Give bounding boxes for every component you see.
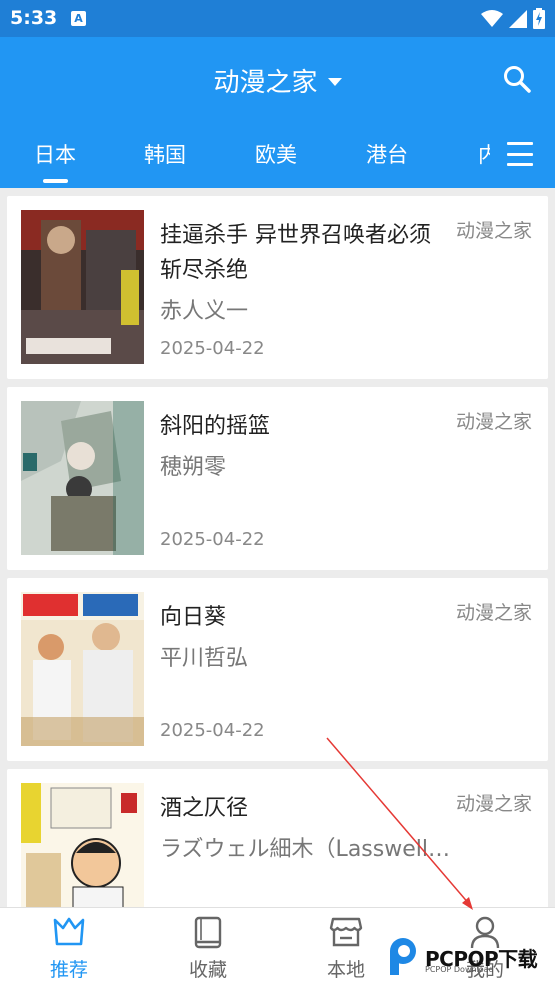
comic-author: 平川哲弘 [160,646,249,671]
tab-western[interactable]: 欧美 [255,139,297,169]
tab-japan[interactable]: 日本 [34,139,76,169]
nav-label: 推荐 [49,959,88,981]
comic-card[interactable]: 挂逼杀手 异世界召唤者必须斩尽杀绝 赤人义一 2025-04-22 动漫之家 [7,196,548,379]
nav-favorites[interactable]: 收藏 [139,908,277,985]
watermark: PCPOP下载 PCPOP Download [385,935,553,980]
comic-source: 动漫之家 [455,220,532,242]
comic-date: 2025-04-22 [160,338,265,359]
caret-down-icon [327,77,342,86]
comic-date: 2025-04-22 [160,529,265,550]
comic-source: 动漫之家 [455,602,532,624]
pcpop-logo [390,938,416,975]
comic-date: 2025-04-22 [160,720,265,741]
store-icon [329,917,363,947]
comic-author: 穂朔零 [160,455,227,480]
comic-title: 挂逼杀手 异世界召唤者必须斩尽杀绝 [160,223,431,283]
a-box-icon: A [71,11,86,26]
hamburger-menu-icon[interactable] [507,142,533,166]
book-icon [194,916,222,949]
nav-recommend[interactable]: 推荐 [0,908,138,985]
comic-cover [21,401,144,555]
tab-hk-tw[interactable]: 港台 [366,139,408,169]
comic-source: 动漫之家 [455,411,532,433]
comic-list[interactable]: 挂逼杀手 异世界召唤者必须斩尽杀绝 赤人义一 2025-04-22 动漫之家 斜… [0,188,555,907]
comic-cover [21,592,144,746]
battery-charging-icon [533,8,545,29]
crown-basket-icon [53,917,85,946]
signal-icon [509,9,527,28]
comic-author: 赤人义一 [160,299,249,324]
comic-card[interactable]: 向日葵 平川哲弘 2025-04-22 动漫之家 [7,578,548,761]
category-tabs: 日本 韩国 欧美 港台 内 [0,135,555,188]
app-title: 动漫之家 [213,68,318,98]
watermark-subtext: PCPOP Download [425,965,494,974]
system-icons [481,8,545,29]
tab-korea[interactable]: 韩国 [144,139,186,169]
comic-card[interactable]: 斜阳的摇篮 穂朔零 2025-04-22 动漫之家 [7,387,548,570]
comic-cover [21,210,144,364]
search-icon[interactable] [503,65,531,93]
status-bar: 5:33 A [0,0,555,37]
comic-title: 酒之仄径 [160,796,249,821]
app-bar: 动漫之家 日本 韩国 欧美 港台 内 [0,37,555,188]
wifi-icon [481,9,503,27]
comic-author: ラズウェル細木（Lasswell Hosoki） [160,837,450,862]
nav-label: 收藏 [188,959,227,981]
comic-cover [21,783,144,907]
comic-title: 斜阳的摇篮 [160,414,271,439]
tab-indicator [43,179,68,183]
comic-card[interactable]: 酒之仄径 ラズウェル細木（Lasswell Hosoki） 动漫之家 [7,769,548,907]
source-selector[interactable]: 动漫之家 [213,62,342,99]
comic-source: 动漫之家 [455,793,532,815]
tab-mainland[interactable]: 内 [478,139,490,169]
status-time: 5:33 [10,7,58,29]
comic-title: 向日葵 [160,605,227,630]
